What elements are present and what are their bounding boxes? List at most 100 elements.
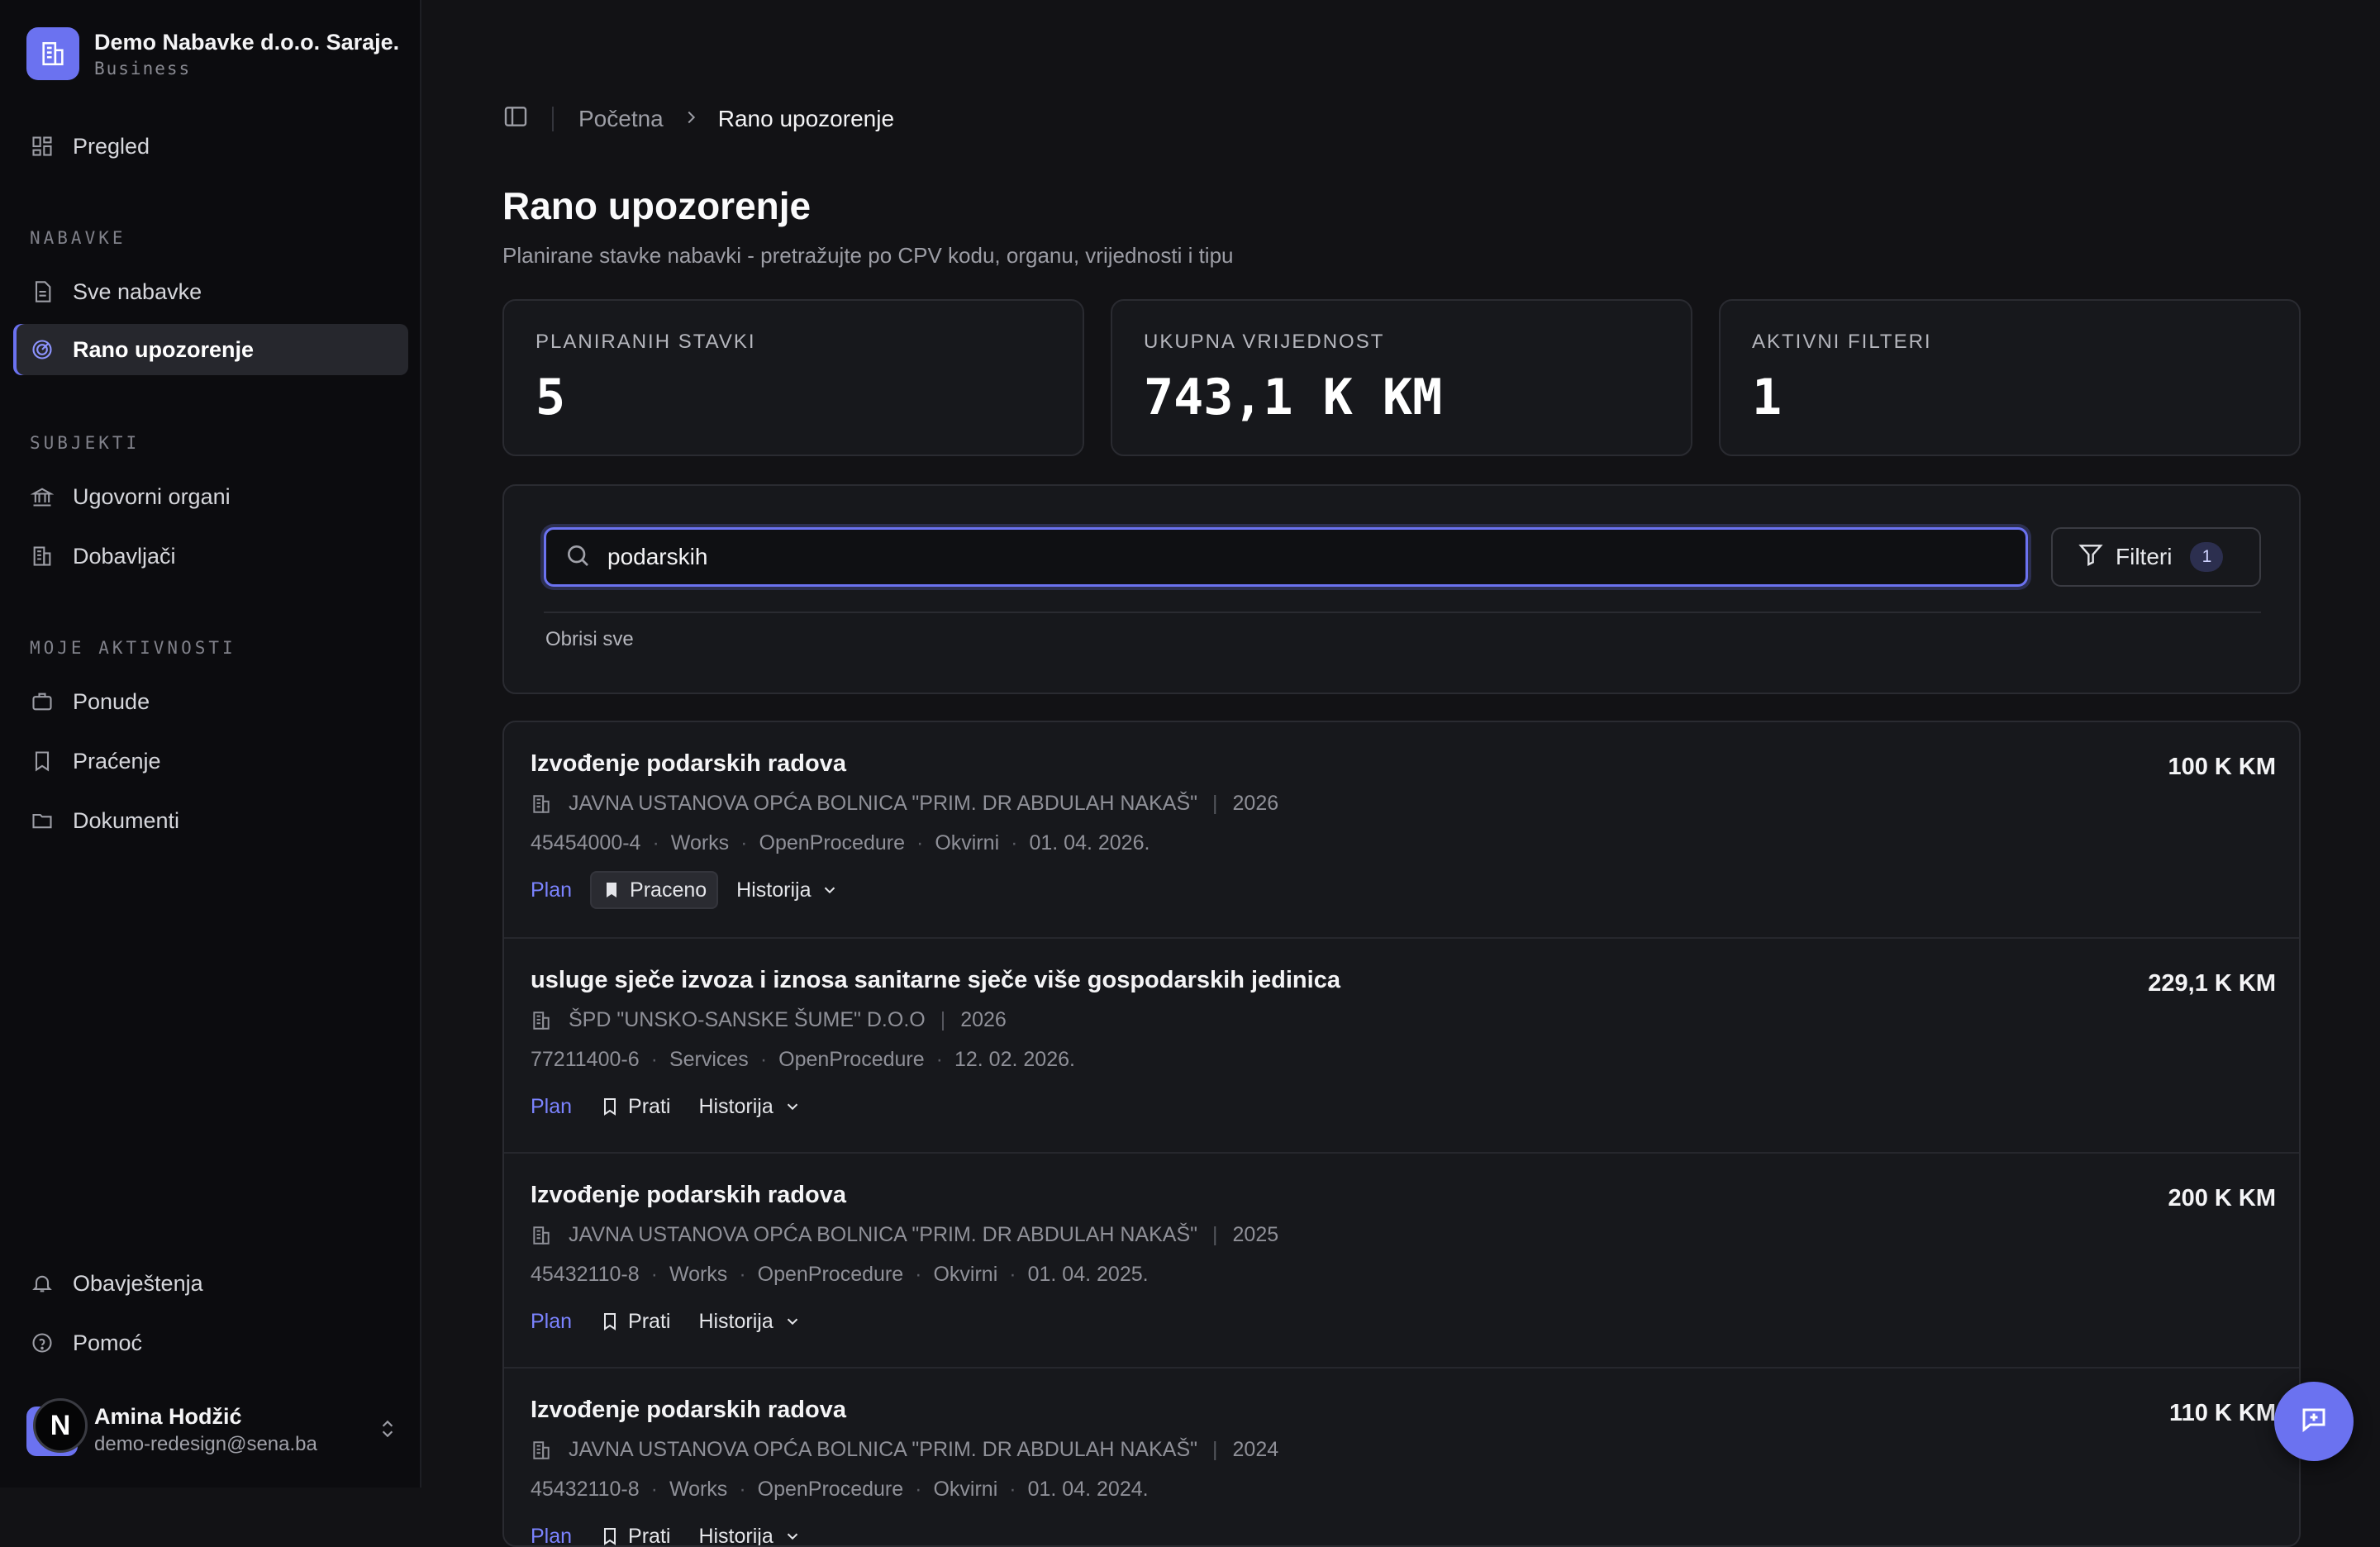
bookmark-icon	[30, 749, 55, 774]
sidebar-item-label: Obavještenja	[73, 1271, 203, 1297]
item-contract: Okvirni	[935, 831, 999, 855]
page-subtitle: Planirane stavke nabavki - pretražujte p…	[502, 243, 1233, 269]
sidebar: Demo Nabavke d.o.o. Saraje... Business P…	[0, 0, 421, 1488]
sidebar-item-label: Ponude	[73, 689, 150, 715]
stat-label: AKTIVNI FILTERI	[1752, 331, 2268, 354]
follow-button[interactable]: Prati	[590, 1517, 680, 1547]
list-item[interactable]: Izvođenje podarskih radova 110 K KM JAVN…	[504, 1367, 2301, 1547]
radar-icon	[30, 337, 55, 362]
search-box[interactable]	[544, 527, 2028, 587]
list-item[interactable]: usluge sječe izvoza i iznosa sanitarne s…	[504, 937, 2301, 1152]
sidebar-item-label: Sve nabavke	[73, 279, 202, 305]
sidebar-item-suppliers[interactable]: Dobavljači	[13, 531, 408, 582]
institution-icon	[30, 484, 55, 509]
sidebar-item-contracting-authorities[interactable]: Ugovorni organi	[13, 471, 408, 522]
avatar: N	[26, 1403, 79, 1456]
bell-icon	[30, 1271, 55, 1296]
item-year: 2026	[960, 1008, 1007, 1032]
item-title[interactable]: Izvođenje podarskih radova	[531, 1182, 846, 1209]
item-title[interactable]: Izvođenje podarskih radova	[531, 750, 846, 778]
item-authority[interactable]: JAVNA USTANOVA OPĆA BOLNICA "PRIM. DR AB…	[569, 792, 1197, 816]
history-dropdown[interactable]: Historija	[698, 1525, 801, 1547]
item-date: 01. 04. 2025.	[1028, 1263, 1149, 1287]
list-item[interactable]: Izvođenje podarskih radova 200 K KM JAVN…	[504, 1152, 2301, 1367]
sidebar-item-all-procurements[interactable]: Sve nabavke	[13, 266, 408, 317]
item-amount: 100 K KM	[2168, 754, 2276, 781]
item-authority[interactable]: JAVNA USTANOVA OPĆA BOLNICA "PRIM. DR AB…	[569, 1223, 1197, 1247]
dashboard-icon	[30, 134, 55, 159]
sidebar-item-label: Praćenje	[73, 749, 161, 774]
follow-label: Prati	[628, 1310, 670, 1334]
sidebar-item-help[interactable]: Pomoć	[13, 1317, 408, 1368]
chevron-down-icon	[783, 1097, 802, 1116]
sidebar-item-label: Ugovorni organi	[73, 484, 231, 510]
filters-button[interactable]: Filteri 1	[2051, 527, 2261, 587]
filters-count-badge: 1	[2190, 542, 2223, 572]
user-menu[interactable]: N Amina Hodžić demo-redesign@sena.ba	[26, 1397, 398, 1463]
item-cpv: 45432110-8	[531, 1478, 640, 1502]
list-item[interactable]: Izvođenje podarskih radova 100 K KM JAVN…	[504, 722, 2301, 937]
plan-tag: Plan	[531, 878, 572, 902]
history-dropdown[interactable]: Historija	[736, 878, 839, 902]
org-switcher[interactable]: Demo Nabavke d.o.o. Saraje... Business	[26, 25, 400, 83]
stat-value: 5	[536, 369, 1051, 426]
plan-tag: Plan	[531, 1310, 572, 1334]
item-date: 01. 04. 2026.	[1029, 831, 1150, 855]
stat-label: PLANIRANIH STAVKI	[536, 331, 1051, 354]
chevron-right-icon	[682, 106, 700, 132]
follow-button[interactable]: Prati	[590, 1088, 680, 1126]
item-cpv: 77211400-6	[531, 1048, 640, 1072]
item-title[interactable]: Izvođenje podarskih radova	[531, 1397, 846, 1424]
building-icon	[26, 27, 79, 80]
plan-tag: Plan	[531, 1525, 572, 1547]
item-authority[interactable]: JAVNA USTANOVA OPĆA BOLNICA "PRIM. DR AB…	[569, 1438, 1197, 1462]
section-my-activities: MOJE AKTIVNOSTI	[30, 638, 236, 658]
stat-card-active-filters: AKTIVNI FILTERI 1	[1719, 299, 2301, 456]
filter-icon	[2078, 541, 2104, 574]
help-icon	[30, 1330, 55, 1355]
document-icon	[30, 279, 55, 304]
history-dropdown[interactable]: Historija	[698, 1095, 801, 1119]
sidebar-item-notifications[interactable]: Obavještenja	[13, 1258, 408, 1309]
breadcrumb-home[interactable]: Početna	[578, 106, 664, 132]
section-subjects: SUBJEKTI	[30, 433, 140, 453]
search-input[interactable]	[606, 543, 1997, 571]
chevron-down-icon	[783, 1312, 802, 1330]
item-amount: 110 K KM	[2169, 1400, 2276, 1427]
chat-button[interactable]	[2274, 1382, 2354, 1461]
follow-button[interactable]: Praceno	[590, 871, 718, 909]
search-icon	[564, 542, 591, 573]
item-title[interactable]: usluge sječe izvoza i iznosa sanitarne s…	[531, 967, 1340, 994]
stat-label: UKUPNA VRIJEDNOST	[1144, 331, 1659, 354]
item-procedure: OpenProcedure	[758, 1263, 904, 1287]
item-authority[interactable]: ŠPD "UNSKO-SANSKE ŠUME" D.O.O	[569, 1008, 926, 1032]
item-year: 2024	[1233, 1438, 1279, 1462]
sidebar-item-label: Rano upozorenje	[73, 337, 254, 363]
sidebar-item-overview[interactable]: Pregled	[13, 121, 408, 172]
item-date: 01. 04. 2024.	[1028, 1478, 1149, 1502]
item-cpv: 45454000-4	[531, 831, 640, 855]
stat-card-planned-items: PLANIRANIH STAVKI 5	[502, 299, 1084, 456]
sidebar-item-early-warning[interactable]: Rano upozorenje	[13, 324, 408, 375]
bookmark-icon	[600, 1526, 620, 1547]
breadcrumb: Početna Rano upozorenje	[502, 102, 894, 136]
sidebar-toggle-icon[interactable]	[502, 103, 529, 136]
follow-button[interactable]: Prati	[590, 1302, 680, 1340]
sidebar-item-label: Dobavljači	[73, 544, 176, 569]
item-type: Works	[669, 1478, 727, 1502]
stat-value: 743,1 K KM	[1144, 369, 1659, 426]
avatar-initial: N	[33, 1398, 88, 1453]
page-title: Rano upozorenje	[502, 183, 811, 228]
sidebar-item-tracking[interactable]: Praćenje	[13, 735, 408, 787]
sidebar-item-offers[interactable]: Ponude	[13, 676, 408, 727]
sidebar-item-documents[interactable]: Dokumenti	[13, 795, 408, 846]
stat-card-total-value: UKUPNA VRIJEDNOST 743,1 K KM	[1111, 299, 1692, 456]
clear-all-link[interactable]: Obrisi sve	[545, 628, 634, 651]
follow-label: Praceno	[630, 878, 707, 902]
bookmark-icon	[600, 1311, 620, 1332]
item-amount: 229,1 K KM	[2148, 970, 2276, 997]
item-procedure: OpenProcedure	[758, 1478, 904, 1502]
chevron-down-icon	[783, 1527, 802, 1545]
history-dropdown[interactable]: Historija	[698, 1310, 801, 1334]
building-icon	[531, 1010, 552, 1031]
